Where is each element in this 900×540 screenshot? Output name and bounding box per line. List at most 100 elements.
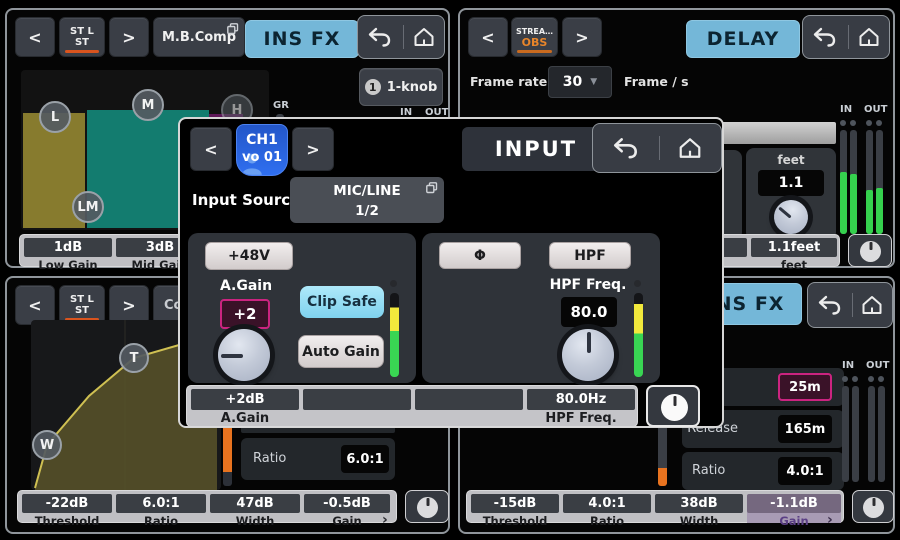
phase-button[interactable]: Φ [439,242,521,269]
footer-more-chevron[interactable]: › [827,512,833,528]
next-channel-button[interactable]: > [109,17,149,57]
input-source-button[interactable]: MIC/LINE 1/2 [290,177,444,223]
home-icon[interactable] [678,137,702,159]
footer-more-chevron[interactable]: › [382,512,388,528]
divider [403,25,404,49]
footer-gain-label: Gain [304,514,390,528]
peak-dot [634,280,641,287]
footer-again-value[interactable]: +2dB [191,389,299,410]
channel-select-button[interactable]: ST L ST [59,17,105,57]
peak-dot [842,376,848,382]
footer-knob-button[interactable] [405,490,449,523]
width-handle[interactable]: W [32,430,62,460]
peak-dot [866,120,872,126]
one-knob-button[interactable]: 1 1-knob [359,68,443,106]
page-title-tab[interactable]: INS FX [245,20,359,58]
back-icon[interactable] [612,137,640,159]
popup-footer-knob-button[interactable] [646,385,700,427]
popup-params-footer: +2dB A.Gain 80.0Hz HPF Freq. [186,385,638,427]
footer-knob-button[interactable] [852,490,894,523]
popup-prev-channel-button[interactable]: < [190,127,232,171]
hpf-freq-knob[interactable] [562,329,614,381]
footer-ratio-value[interactable]: 6.0:1 [116,494,206,513]
footer-knob-button[interactable] [848,234,892,267]
ratio-value-box[interactable]: 4.0:1 [778,457,832,485]
again-knob[interactable] [218,329,270,381]
channel-select-button[interactable]: ST L ST [59,285,105,325]
next-channel-button[interactable]: > [109,285,149,325]
footer-width-label: Width [210,514,300,528]
home-icon[interactable] [858,27,880,47]
delay-value-box[interactable]: 1.1 [758,170,824,196]
hpf-button[interactable]: HPF [549,242,631,269]
page-title-tab[interactable]: DELAY [686,20,800,58]
back-icon[interactable] [812,27,838,47]
footer-delay-label: feet [751,258,837,272]
release-value-box[interactable]: 165m [778,415,832,443]
ratio-row[interactable]: Ratio 6.0:1 [241,438,395,480]
back-home-group [802,15,890,59]
phantom-48v-button[interactable]: +48V [205,242,293,270]
prev-channel-button[interactable]: < [15,17,55,57]
frame-rate-unit: Frame / s [624,74,689,89]
footer-width-value[interactable]: 47dB [210,494,300,513]
divider [852,293,853,317]
knob-icon [863,497,884,518]
footer-threshold-label: Threshold [22,514,112,528]
divider [848,25,849,49]
one-knob-label: 1-knob [387,80,438,95]
library-preset-button[interactable]: M.B.Comp [153,17,245,57]
again-value-box[interactable]: +2 [220,299,270,329]
popup-next-channel-button[interactable]: > [292,127,334,171]
footer-again-label: A.Gain [191,411,299,426]
threshold-handle[interactable]: T [119,343,149,373]
in-meter-r [852,386,859,482]
back-icon[interactable] [817,295,843,315]
out-meter-label: OUT [866,360,889,371]
footer-gain-value[interactable]: -0.5dB [304,494,390,513]
footer-hpf-value[interactable]: 80.0Hz [527,389,635,410]
popup-channel-name: CH1 [237,132,287,149]
popup-channel-button[interactable]: CH1 vo 01 [236,124,288,176]
prev-channel-button[interactable]: < [468,17,508,57]
footer-low-gain-value[interactable]: 1dB [24,238,112,257]
lowmid-crossover-handle[interactable]: LM [72,191,104,223]
out-meter-l [866,130,873,234]
knob-icon [661,394,688,421]
channel-select-button[interactable]: STREA… OBS [511,17,558,57]
hpf-freq-value-box[interactable]: 80.0 [561,297,617,327]
low-band-handle[interactable]: L [39,101,71,133]
ratio-row[interactable]: Ratio 4.0:1 [682,452,844,490]
dropdown-arrow-icon: ▼ [590,77,597,87]
hpf-section-card: Φ HPF HPF Freq. 80.0 [422,233,660,383]
prev-channel-button[interactable]: < [15,285,55,325]
footer-delay-value[interactable]: 1.1feet [751,238,837,257]
home-icon[interactable] [861,295,883,315]
footer-cell[interactable] [303,389,411,410]
footer-ratio-value[interactable]: 4.0:1 [563,494,651,513]
footer-width-value[interactable]: 38dB [655,494,743,513]
footer-threshold-value[interactable]: -15dB [471,494,559,513]
next-channel-button[interactable]: > [562,17,602,57]
footer-width-label: Width [655,514,743,528]
hpf-level-meter [634,293,643,377]
ratio-value-box[interactable]: 6.0:1 [341,445,389,473]
input-source-label: Input Source [192,191,300,209]
footer-threshold-value[interactable]: -22dB [22,494,112,513]
home-icon[interactable] [413,27,435,47]
frame-rate-dropdown[interactable]: 30 ▼ [548,66,612,98]
popup-back-home-group [592,123,722,173]
back-icon[interactable] [367,27,393,47]
footer-gain-value[interactable]: -1.1dB [747,494,841,513]
channel-active-underline [517,50,552,53]
in-meter-label: IN [842,360,854,371]
mid-band-handle[interactable]: M [132,89,164,121]
auto-gain-button[interactable]: Auto Gain [298,335,384,368]
frame-rate-value: 30 [563,74,582,90]
again-section-card: +48V A.Gain +2 Clip Safe Auto Gain [188,233,416,383]
footer-cell[interactable] [415,389,523,410]
channel-name-2: OBS [522,37,548,48]
attack-value-box[interactable]: 25m [778,373,832,401]
clip-safe-button[interactable]: Clip Safe [300,286,384,318]
peak-dot [390,280,397,287]
